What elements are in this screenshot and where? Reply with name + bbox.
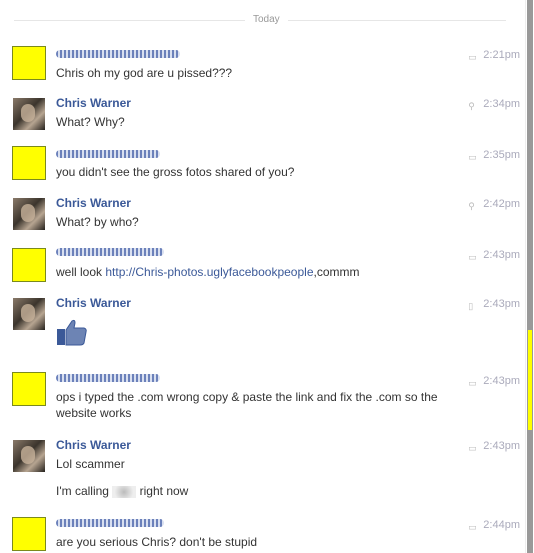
message-text: I'm calling right now (56, 484, 189, 498)
timestamp: ⚲ 2:34pm (468, 98, 520, 112)
message-text: What? by who? (56, 215, 139, 229)
speech-bubble-icon: ▭ (468, 252, 477, 263)
avatar[interactable] (12, 248, 46, 282)
scrollbar-thumb[interactable] (527, 0, 533, 553)
timestamp: ▭ 2:44pm (468, 519, 520, 533)
avatar[interactable] (12, 46, 46, 80)
speech-bubble-icon: ▭ (468, 378, 477, 389)
timestamp: ⚲ 2:42pm (468, 198, 520, 212)
avatar[interactable] (12, 517, 46, 551)
speech-bubble-icon: ▭ (468, 152, 477, 163)
divider-label: Today (245, 14, 288, 26)
mobile-phone-icon: ▯ (468, 301, 474, 312)
timestamp: ▭ 2:35pm (468, 149, 520, 163)
avatar[interactable] (13, 298, 45, 330)
map-pin-icon: ⚲ (468, 201, 475, 212)
sender-name-redacted (56, 374, 160, 382)
message-text: you didn't see the gross fotos shared of… (56, 165, 295, 179)
timestamp: ▭ 2:43pm (468, 375, 520, 389)
message-text: are you serious Chris? don't be stupid (56, 535, 258, 549)
speech-bubble-icon: ▭ (468, 522, 477, 533)
message-link[interactable]: http://Chris-photos.uglyfacebookpeople (105, 265, 313, 279)
redacted-word (112, 485, 137, 498)
avatar[interactable] (12, 146, 46, 180)
sender-name-redacted (56, 519, 164, 527)
message-text: Chris oh my god are u pissed??? (56, 66, 233, 80)
sender-name-redacted (56, 150, 160, 158)
scrollbar[interactable] (525, 0, 534, 553)
message-text: Lol scammer (56, 457, 125, 471)
speech-bubble-icon: ▭ (468, 443, 477, 454)
sender-name[interactable]: Chris Warner (56, 196, 131, 210)
sender-name[interactable]: Chris Warner (56, 296, 131, 310)
sender-name-redacted (56, 50, 180, 58)
speech-bubble-icon: ▭ (468, 52, 477, 63)
thumbs-up-icon (57, 319, 87, 346)
message-text: What? Why? (56, 115, 125, 129)
sender-name-redacted (56, 248, 164, 256)
message-text: ops i typed the .com wrong copy & paste … (56, 390, 438, 420)
timestamp: ▭ 2:21pm (468, 49, 520, 63)
sender-name[interactable]: Chris Warner (56, 438, 131, 452)
avatar[interactable] (13, 98, 45, 130)
timestamp: ▯ 2:43pm (468, 298, 520, 312)
timestamp: ▭ 2:43pm (468, 440, 520, 454)
avatar[interactable] (13, 198, 45, 230)
message-text: well look http://Chris-photos.uglyfacebo… (56, 265, 360, 279)
timestamp: ▭ 2:43pm (468, 249, 520, 263)
scrollbar-highlight (528, 330, 532, 430)
map-pin-icon: ⚲ (468, 101, 475, 112)
sender-name[interactable]: Chris Warner (56, 96, 131, 110)
avatar[interactable] (12, 372, 46, 406)
avatar[interactable] (13, 440, 45, 472)
